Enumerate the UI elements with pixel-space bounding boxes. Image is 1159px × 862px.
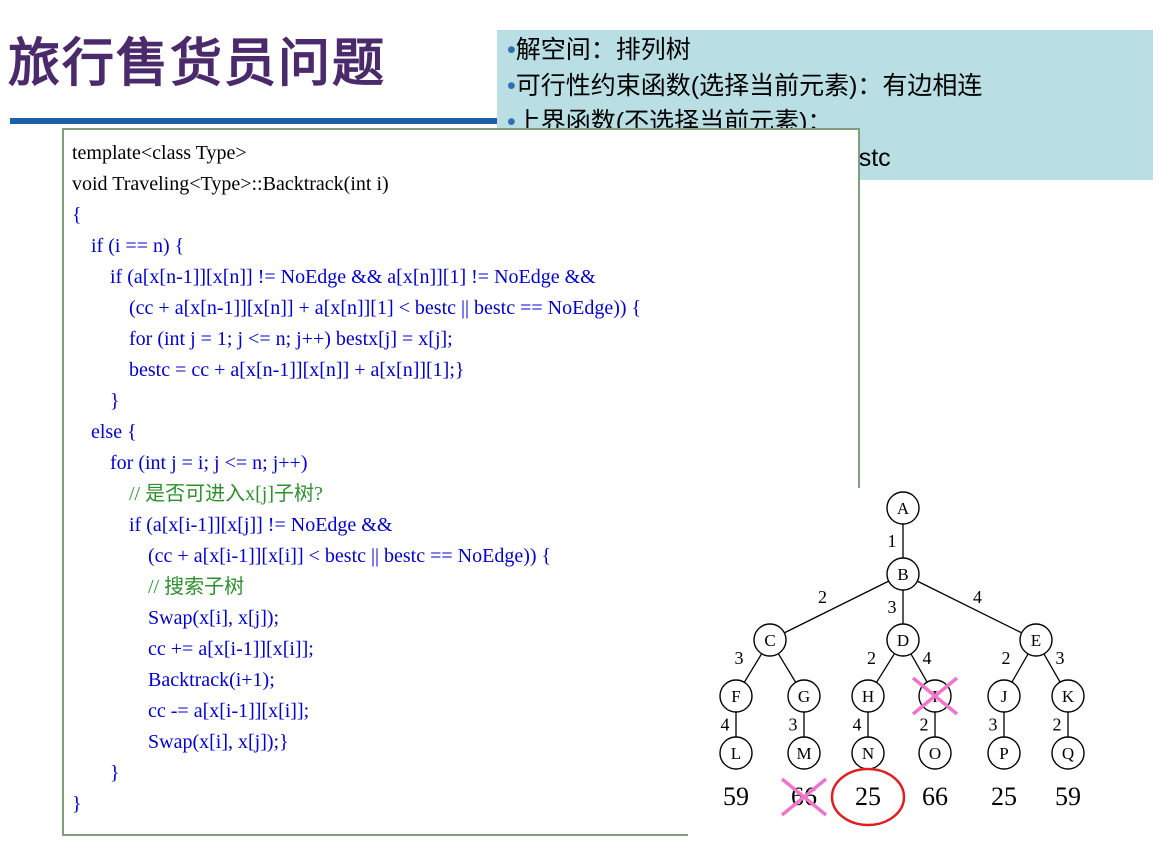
- path-cost-label: 59: [723, 782, 749, 811]
- code-line: if (i == n) {: [91, 235, 185, 257]
- tree-node-label: F: [731, 687, 740, 706]
- tree-node-label: P: [999, 744, 1008, 763]
- tree-node-label: K: [1062, 687, 1075, 706]
- edge-weight-label: 3: [989, 715, 998, 735]
- edge-weight-label: 3: [789, 715, 798, 735]
- tree-node-label: C: [764, 631, 775, 650]
- code-line: for (int j = 1; j <= n; j++) bestx[j] = …: [129, 328, 453, 350]
- tree-node-label: Q: [1062, 744, 1074, 763]
- code-line: bestc = cc + a[x[n-1]][x[n]] + a[x[n]][1…: [129, 359, 465, 381]
- code-line: Swap(x[i], x[j]);}: [148, 731, 289, 753]
- tree-node-label: B: [897, 565, 908, 584]
- tree-node-label: L: [731, 744, 741, 763]
- tree-node-label: N: [862, 744, 874, 763]
- edge-weight-label: 3: [888, 597, 897, 617]
- path-cost-label: 25: [991, 782, 1017, 811]
- code-line: Backtrack(i+1);: [148, 669, 275, 691]
- tree-edge: [777, 653, 797, 683]
- code-line: void Traveling<Type>::Backtrack(int i): [72, 173, 389, 195]
- edge-weight-label: 3: [1056, 648, 1065, 668]
- edge-weight-label: 4: [721, 715, 730, 735]
- code-line: Swap(x[i], x[j]);: [148, 607, 280, 629]
- code-line: // 搜索子树: [148, 576, 245, 598]
- edge-weight-label: 2: [867, 648, 876, 668]
- info-line-feasibility: •可行性约束函数(选择当前元素)：有边相连: [507, 72, 983, 100]
- edge-weight-label: 2: [1002, 648, 1011, 668]
- code-line: }: [72, 793, 82, 815]
- tree-node-label: G: [798, 687, 810, 706]
- tree-panel: 123432423434232ABCDEFGHIJKLMNOPQ59662566…: [688, 488, 1159, 858]
- code-line: // 是否可进入x[j]子树?: [129, 483, 323, 505]
- code-line: (cc + a[x[n-1]][x[n]] + a[x[n]][1] < bes…: [129, 297, 642, 319]
- code-line: cc += a[x[i-1]][x[i]];: [148, 638, 314, 660]
- code-line: }: [110, 390, 120, 412]
- title-underline: [10, 118, 500, 124]
- tree-edge: [875, 653, 896, 683]
- code-line: else {: [91, 421, 137, 443]
- tree-node-label: H: [862, 687, 874, 706]
- edge-weight-label: 4: [853, 715, 862, 735]
- tree-edge: [784, 580, 889, 634]
- code-line: {: [72, 204, 82, 226]
- tree-node-label: J: [1001, 687, 1008, 706]
- tree-node-label: D: [897, 631, 909, 650]
- info-line-solution-space: •解空间：排列树: [507, 36, 691, 64]
- edge-weight-label: 1: [888, 531, 897, 551]
- path-cost-label: 59: [1055, 782, 1081, 811]
- path-cost-label: 66: [922, 782, 948, 811]
- solution-tree: 123432423434232ABCDEFGHIJKLMNOPQ59662566…: [719, 491, 1085, 827]
- edge-weight-label: 2: [818, 587, 827, 607]
- tree-node-label: M: [796, 744, 811, 763]
- path-cost-label: 25: [855, 782, 881, 811]
- tree-edge: [917, 580, 1022, 634]
- tree-node-label: E: [1031, 631, 1041, 650]
- code-line: template<class Type>: [72, 142, 247, 164]
- edge-weight-label: 2: [1053, 715, 1062, 735]
- code-line: if (a[x[n-1]][x[n]] != NoEdge && a[x[n]]…: [110, 266, 596, 288]
- code-line: for (int j = i; j <= n; j++): [110, 452, 308, 474]
- code-block: template<class Type> void Traveling<Type>…: [72, 138, 772, 820]
- tree-node-label: O: [929, 744, 941, 763]
- edge-weight-label: 2: [920, 715, 929, 735]
- code-line: }: [110, 762, 120, 784]
- code-line: (cc + a[x[i-1]][x[i]] < bestc || bestc =…: [148, 545, 552, 567]
- code-line: if (a[x[i-1]][x[j]] != NoEdge &&: [129, 514, 393, 536]
- edge-weight-label: 4: [973, 587, 982, 607]
- edge-weight-label: 3: [735, 648, 744, 668]
- code-line: cc -= a[x[i-1]][x[i]];: [148, 700, 310, 722]
- tree-node-label: A: [897, 499, 910, 518]
- tree-edge: [1011, 653, 1029, 683]
- page-title: 旅行售货员问题: [8, 34, 387, 94]
- tree-edge: [743, 653, 763, 683]
- edge-weight-label: 4: [923, 648, 932, 668]
